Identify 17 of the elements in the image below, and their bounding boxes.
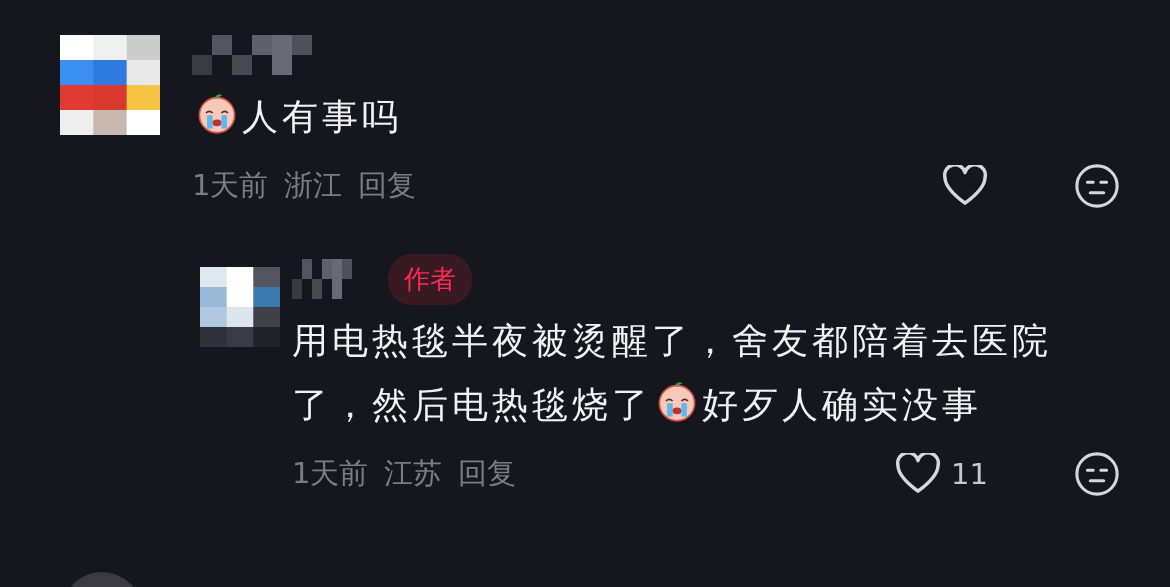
like-count: 11	[951, 457, 988, 491]
reply-link[interactable]: 回复	[358, 166, 417, 206]
comment-text: 用电热毯半夜被烫醒了，舍友都陪着去医院	[292, 320, 1052, 361]
comment-time: 1天前	[292, 455, 369, 492]
comment-location: 江苏	[384, 455, 443, 492]
heart-icon[interactable]	[942, 165, 988, 207]
dislike-face-icon[interactable]	[1074, 451, 1120, 497]
blurred-username	[292, 259, 352, 299]
heart-icon[interactable]	[895, 453, 942, 495]
comment-location: 浙江	[284, 167, 343, 204]
comment-text: 人有事吗	[242, 96, 402, 137]
dislike-face-icon[interactable]	[1074, 163, 1120, 209]
comment-text: 了，然后电热毯烧了	[292, 384, 652, 425]
author-badge: 作者	[388, 253, 472, 305]
reply-link[interactable]: 回复	[458, 454, 517, 494]
comment-time: 1天前	[192, 167, 269, 204]
comment-text: 好歹人确实没事	[702, 384, 982, 425]
